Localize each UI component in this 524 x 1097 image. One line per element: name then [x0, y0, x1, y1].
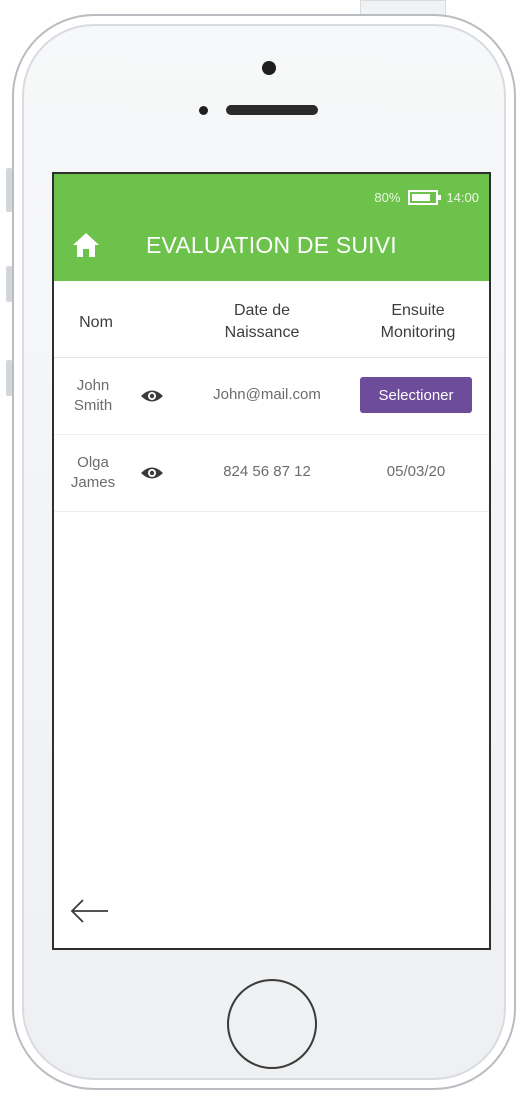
app-header: 80% 14:00 EVALUATION DE SUIVI — [54, 174, 489, 281]
eye-icon[interactable] — [140, 465, 164, 481]
device-home-button[interactable] — [227, 979, 317, 1069]
patient-name: John Smith — [68, 376, 118, 416]
table-row: Olga James 824 56 87 12 05/03/20 — [54, 435, 489, 512]
monitoring-date: 05/03/20 — [386, 463, 446, 480]
last-name: Smith — [73, 397, 113, 414]
front-camera — [262, 61, 276, 75]
phone-value: 824 56 87 12 — [223, 463, 311, 480]
first-name: Olga — [77, 454, 109, 471]
last-name: James — [70, 474, 116, 491]
column-header-birthdate: Date de Naissance — [224, 302, 300, 341]
side-button-volume-up — [6, 266, 12, 302]
proximity-sensor — [199, 106, 208, 115]
home-icon[interactable] — [72, 232, 100, 258]
back-arrow-icon[interactable] — [70, 898, 110, 924]
side-button-volume-down — [6, 360, 12, 396]
side-button-mute — [6, 168, 12, 212]
page-title: EVALUATION DE SUIVI — [146, 232, 397, 258]
select-button[interactable]: Selectioner — [360, 377, 472, 413]
table-header: Nom Date de Naissance Ensuite Monitoring — [54, 281, 489, 358]
app-screen: 80% 14:00 EVALUATION DE SUIVI Nom Date d… — [52, 172, 491, 950]
device-top-edge — [360, 0, 446, 15]
column-header-monitoring: Ensuite Monitoring — [380, 302, 456, 341]
battery-percentage: 80% — [374, 190, 401, 205]
status-bar: 80% 14:00 — [374, 190, 479, 205]
table-row: John Smith John@mail.com Selectioner — [54, 358, 489, 435]
first-name: John — [76, 377, 110, 394]
eye-icon[interactable] — [140, 388, 164, 404]
battery-icon — [408, 190, 442, 205]
patient-name: Olga James — [68, 453, 118, 493]
earpiece-speaker — [226, 105, 318, 115]
column-header-name: Nom — [79, 314, 113, 331]
clock: 14:00 — [446, 190, 479, 205]
contact-value: John@mail.com — [213, 386, 321, 403]
